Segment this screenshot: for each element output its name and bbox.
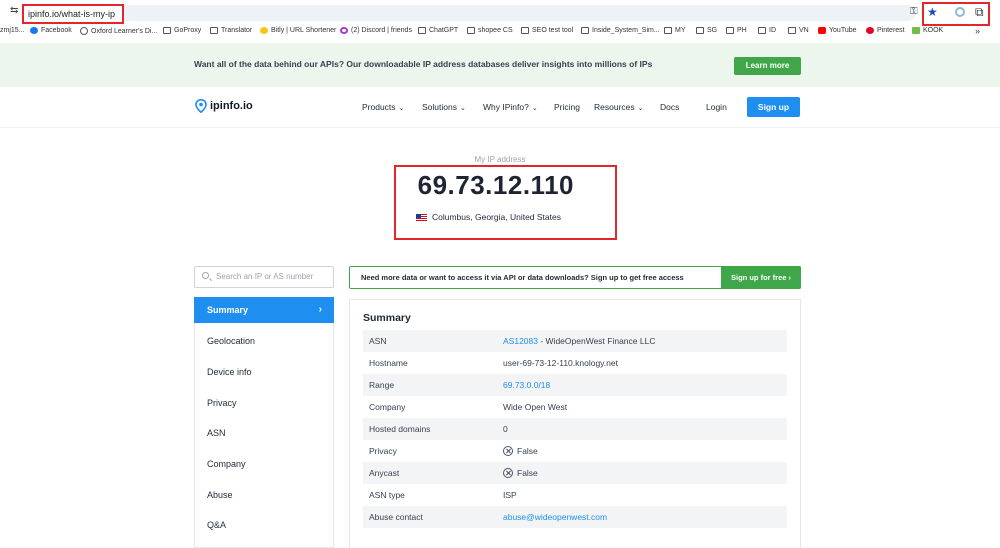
sidebar-item-asn[interactable]: ASN (194, 420, 334, 446)
folder-icon (664, 27, 672, 34)
folder-icon (788, 27, 796, 34)
table-row: Privacy False (369, 446, 538, 456)
bookmark-item[interactable]: YouTube (818, 27, 857, 34)
signup-free-button[interactable]: Sign up for free › (721, 266, 801, 289)
folder-icon (758, 27, 766, 34)
bookmark-item[interactable]: Bitly | URL Shortener (260, 27, 336, 34)
bookmarks-bar: zmj15... Facebook Oxford Learner's Di...… (0, 26, 1000, 40)
sidebar-item-geolocation[interactable]: Geolocation (194, 328, 334, 354)
promo-banner: Want all of the data behind our APIs? Ou… (0, 43, 1000, 87)
bookmark-item[interactable]: ChatGPT (418, 27, 458, 34)
sidebar-item-abuse[interactable]: Abuse (194, 482, 334, 508)
table-row: Anycast False (363, 462, 787, 484)
folder-icon (581, 27, 589, 34)
table-row: Company Wide Open West (369, 402, 568, 412)
nav-resources[interactable]: Resources ⌄ (594, 102, 644, 112)
table-row: Abuse contact abuse@wideopenwest.com (363, 506, 787, 528)
chevron-down-icon: ⌄ (531, 105, 538, 112)
bookmark-star-icon[interactable]: ★ (927, 5, 938, 19)
folder-icon (163, 27, 171, 34)
url-field[interactable]: ipinfo.io/what-is-my-ip (22, 4, 124, 24)
bookmark-item[interactable]: Pinterest (866, 27, 905, 34)
summary-title: Summary (363, 312, 411, 324)
sidebar-item-summary[interactable]: Summary › (194, 297, 334, 323)
chevron-right-icon: › (318, 304, 322, 315)
nav-products[interactable]: Products ⌄ (362, 102, 404, 112)
folder-icon (726, 27, 734, 34)
facebook-icon (30, 27, 38, 34)
sidebar-item-company[interactable]: Company (194, 451, 334, 477)
table-row: Hosted domains 0 (363, 418, 787, 440)
folder-icon (418, 27, 426, 34)
login-link[interactable]: Login (706, 102, 727, 112)
range-link[interactable]: 69.73.0.0/18 (503, 374, 550, 396)
ip-address: 69.73.12.110 (417, 170, 574, 200)
password-key-icon[interactable]: ⚿ (910, 6, 918, 17)
sidebar-item-device-info[interactable]: Device info (194, 359, 334, 385)
bookmark-item[interactable]: SG (696, 27, 717, 34)
search-placeholder: Search an IP or AS number (216, 272, 314, 281)
bookmarks-overflow-icon[interactable]: » (975, 26, 980, 36)
bookmark-item[interactable]: Translator (210, 27, 252, 34)
signup-button[interactable]: Sign up (747, 97, 800, 117)
discord-icon (340, 27, 348, 34)
pinterest-icon (866, 27, 874, 34)
chevron-down-icon: ⌄ (637, 105, 644, 112)
nav-docs[interactable]: Docs (660, 102, 679, 112)
sidebar-item-privacy[interactable]: Privacy (194, 390, 334, 416)
site-info-icon[interactable]: ⇆ (10, 6, 20, 16)
table-row: ASN AS12083 - WideOpenWest Finance LLC (363, 330, 787, 352)
bookmark-item[interactable]: shopee CS (467, 27, 513, 34)
browser-toolbar: ⇆ ipinfo.io/what-is-my-ip ⚿ ★ ⧉ (0, 0, 1000, 26)
cta-text: Need more data or want to access it via … (361, 273, 684, 282)
bookmark-item[interactable]: PH (726, 27, 747, 34)
promo-text: Want all of the data behind our APIs? Ou… (194, 59, 653, 69)
bookmark-item[interactable]: Oxford Learner's Di... (80, 27, 157, 35)
abuse-email-link[interactable]: abuse@wideopenwest.com (503, 506, 607, 528)
table-row: Hostname user-69-73-12-110.knology.net (369, 358, 618, 368)
learn-more-button[interactable]: Learn more (734, 57, 801, 75)
logo-text[interactable]: ipinfo.io (210, 100, 253, 112)
close-circle-icon (503, 468, 513, 478)
bookmark-item[interactable]: ID (758, 27, 776, 34)
bookmark-item[interactable]: (2) Discord | friends (340, 27, 412, 34)
nav-solutions[interactable]: Solutions ⌄ (422, 102, 466, 112)
omnibox[interactable] (124, 5, 916, 21)
table-row: Range 69.73.0.0/18 (363, 374, 787, 396)
folder-icon (467, 27, 475, 34)
close-circle-icon (503, 446, 513, 456)
search-icon (202, 272, 209, 279)
site-icon (80, 27, 88, 35)
bookmark-item[interactable]: GoProxy (163, 27, 201, 34)
ip-location: Columbus, Georgia, United States (416, 212, 561, 222)
bookmark-item[interactable]: VN (788, 27, 809, 34)
bitly-icon (260, 27, 268, 34)
bookmark-item[interactable]: Facebook (30, 27, 72, 34)
nav-why-ipinfo[interactable]: Why IPinfo? ⌄ (483, 102, 538, 112)
sidebar-item-qa[interactable]: Q&A (194, 512, 334, 538)
bookmark-item[interactable]: SEO test tool (521, 27, 573, 34)
folder-icon (696, 27, 704, 34)
extensions-puzzle-icon[interactable]: ⧉ (975, 5, 984, 19)
chevron-down-icon: ⌄ (459, 105, 466, 112)
nav-pricing[interactable]: Pricing (554, 102, 580, 112)
extension-circle-icon[interactable] (955, 7, 965, 17)
asn-link[interactable]: AS12083 (503, 330, 538, 352)
bookmark-item[interactable]: KOOK (912, 27, 943, 34)
us-flag-icon (416, 213, 427, 221)
bookmark-item[interactable]: Inside_System_Sim... (581, 27, 660, 34)
bookmark-item[interactable]: zmj15... (0, 27, 25, 34)
chevron-down-icon: ⌄ (398, 105, 405, 112)
ipinfo-logo-icon[interactable] (195, 99, 207, 113)
table-row: ASN type ISP (369, 490, 517, 500)
bookmark-item[interactable]: MY (664, 27, 686, 34)
folder-icon (210, 27, 218, 34)
youtube-icon (818, 27, 826, 34)
ip-label: My IP address (474, 155, 526, 164)
folder-icon (521, 27, 529, 34)
kook-icon (912, 27, 920, 34)
